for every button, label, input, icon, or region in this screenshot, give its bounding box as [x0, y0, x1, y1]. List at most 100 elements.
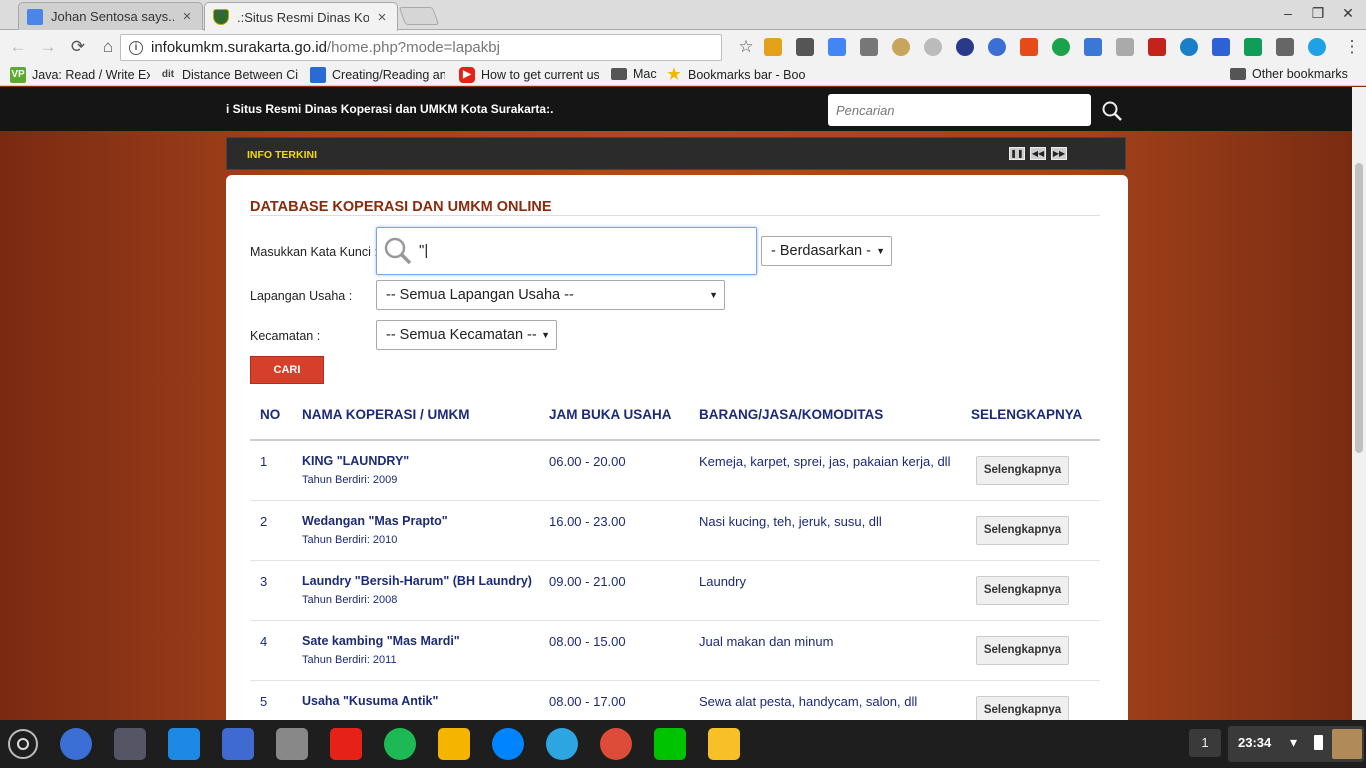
- selengkapnya-button[interactable]: Selengkapnya: [976, 696, 1069, 720]
- extension-icon[interactable]: [764, 38, 782, 56]
- spotify-icon[interactable]: [384, 728, 416, 760]
- fast-forward-icon[interactable]: ▶▶: [1051, 147, 1067, 160]
- business-name: Sate kambing "Mas Mardi": [302, 634, 460, 648]
- scrollbar-thumb[interactable]: [1355, 163, 1363, 453]
- minimize-icon[interactable]: ‒: [1278, 5, 1298, 21]
- tab-docs[interactable]: Johan Sentosa says... ×: [18, 2, 203, 30]
- kecamatan-select[interactable]: -- Semua Kecamatan -- ▼: [376, 320, 557, 350]
- keyword-value: "|: [419, 242, 429, 259]
- selengkapnya-button[interactable]: Selengkapnya: [976, 516, 1069, 545]
- select-value: -- Semua Kecamatan --: [386, 327, 537, 343]
- close-icon[interactable]: ×: [180, 8, 194, 25]
- database-panel: DATABASE KOPERASI DAN UMKM ONLINE Masukk…: [226, 175, 1128, 720]
- forward-icon[interactable]: →: [36, 35, 60, 59]
- messenger-icon[interactable]: [492, 728, 524, 760]
- column-header: SELENGKAPNYA: [971, 407, 1083, 422]
- extension-icon[interactable]: [1212, 38, 1230, 56]
- business-name: Wedangan "Mas Prapto": [302, 514, 448, 528]
- bookmark-item[interactable]: dit Distance Between Citi: [160, 67, 298, 83]
- extension-icon[interactable]: [988, 38, 1006, 56]
- office-icon[interactable]: [1020, 38, 1038, 56]
- selengkapnya-button[interactable]: Selengkapnya: [976, 456, 1069, 485]
- lapangan-usaha-select[interactable]: -- Semua Lapangan Usaha -- ▼: [376, 280, 725, 310]
- table-row: 1 KING "LAUNDRY" Tahun Berdiri: 2009 06.…: [250, 441, 1100, 501]
- google-plus-icon[interactable]: [600, 728, 632, 760]
- chrome-icon[interactable]: [60, 728, 92, 760]
- info-icon[interactable]: i: [129, 40, 143, 55]
- extension-icon[interactable]: [1052, 38, 1070, 56]
- vp-icon: VP: [10, 67, 26, 83]
- docs-icon: [27, 8, 43, 25]
- bookmark-item[interactable]: VP Java: Read / Write Ex: [10, 67, 150, 83]
- goods-services: Jual makan dan minum: [699, 634, 834, 649]
- pause-icon[interactable]: ❚❚: [1009, 147, 1025, 160]
- close-icon[interactable]: ×: [375, 9, 389, 26]
- notification-badge[interactable]: 1: [1189, 729, 1221, 757]
- document-icon: [310, 67, 326, 83]
- extension-icon[interactable]: [956, 38, 974, 56]
- keyword-input[interactable]: "|: [376, 227, 757, 275]
- divider: [250, 215, 1100, 216]
- home-icon[interactable]: ⌂: [96, 35, 120, 59]
- rewind-icon[interactable]: ◀◀: [1030, 147, 1046, 160]
- berdasarkan-select[interactable]: - Berdasarkan - ▼: [761, 236, 892, 266]
- keep-icon[interactable]: [708, 728, 740, 760]
- extension-icon[interactable]: [1148, 38, 1166, 56]
- telegram-icon[interactable]: [546, 728, 578, 760]
- camera-icon[interactable]: [114, 728, 146, 760]
- bookmark-item[interactable]: Creating/Reading an: [310, 67, 445, 83]
- address-bar[interactable]: i infokumkm.surakarta.go.id/home.php?mod…: [120, 34, 722, 61]
- bookmark-label: How to get current us: [481, 68, 599, 82]
- calendar-icon[interactable]: [276, 728, 308, 760]
- column-header: BARANG/JASA/KOMODITAS: [699, 407, 884, 422]
- selengkapnya-button[interactable]: Selengkapnya: [976, 576, 1069, 605]
- cari-button[interactable]: CARI: [250, 356, 324, 384]
- skype-icon[interactable]: [1308, 38, 1326, 56]
- table-row: 3 Laundry "Bersih-Harum" (BH Laundry) Ta…: [250, 561, 1100, 621]
- extension-icon[interactable]: [1084, 38, 1102, 56]
- reload-icon[interactable]: ⟳: [66, 35, 90, 59]
- menu-icon[interactable]: ⋮: [1340, 35, 1364, 59]
- tab-koperasi[interactable]: .:Situs Resmi Dinas Kope ×: [204, 2, 398, 31]
- column-header: JAM BUKA USAHA: [549, 407, 672, 422]
- extension-icon[interactable]: [796, 38, 814, 56]
- goods-services: Kemeja, karpet, sprei, jas, pakaian kerj…: [699, 454, 951, 469]
- page-scrollbar[interactable]: [1352, 87, 1366, 720]
- bookmark-item[interactable]: ★ Bookmarks bar - Book: [666, 67, 806, 83]
- new-tab-button[interactable]: [398, 7, 440, 25]
- bookmark-item[interactable]: ▶ How to get current us: [459, 67, 599, 83]
- window-close-icon[interactable]: ✕: [1338, 5, 1358, 22]
- bookmark-star-icon[interactable]: ☆: [734, 35, 758, 59]
- cast-icon[interactable]: [1276, 38, 1294, 56]
- info-terkini-label: INFO TERKINI: [247, 149, 317, 161]
- youtube-icon[interactable]: [330, 728, 362, 760]
- bookmark-folder[interactable]: Mac: [611, 67, 661, 81]
- back-icon[interactable]: ←: [6, 35, 30, 59]
- site-search-input[interactable]: Pencarian: [828, 94, 1091, 126]
- launcher-icon[interactable]: [8, 729, 38, 759]
- extension-icon[interactable]: [1180, 38, 1198, 56]
- dropdown-arrow-icon: ▼: [876, 246, 885, 256]
- tab-strip: Johan Sentosa says... × .:Situs Resmi Di…: [0, 0, 1366, 31]
- opening-hours: 08.00 - 17.00: [549, 694, 626, 709]
- extension-icon[interactable]: [1116, 38, 1134, 56]
- restore-icon[interactable]: ❐: [1308, 5, 1328, 22]
- star-icon: ★: [667, 67, 681, 83]
- status-tray[interactable]: 23:34 ▾: [1228, 726, 1364, 762]
- other-bookmarks-folder[interactable]: Other bookmarks: [1230, 67, 1348, 81]
- photos-icon[interactable]: [438, 728, 470, 760]
- mail-icon[interactable]: [860, 38, 878, 56]
- selengkapnya-button[interactable]: Selengkapnya: [976, 636, 1069, 665]
- goods-services: Nasi kucing, teh, jeruk, susu, dll: [699, 514, 882, 529]
- inbox-icon[interactable]: [222, 728, 254, 760]
- search-icon[interactable]: [1101, 100, 1123, 122]
- folder-icon: [1230, 68, 1246, 80]
- line-icon[interactable]: [654, 728, 686, 760]
- compass-icon[interactable]: [924, 38, 942, 56]
- opening-hours: 16.00 - 23.00: [549, 514, 626, 529]
- bookmark-label: Distance Between Citi: [182, 68, 298, 82]
- translate-icon[interactable]: [828, 38, 846, 56]
- files-icon[interactable]: [168, 728, 200, 760]
- drive-icon[interactable]: [1244, 38, 1262, 56]
- extension-icon[interactable]: [892, 38, 910, 56]
